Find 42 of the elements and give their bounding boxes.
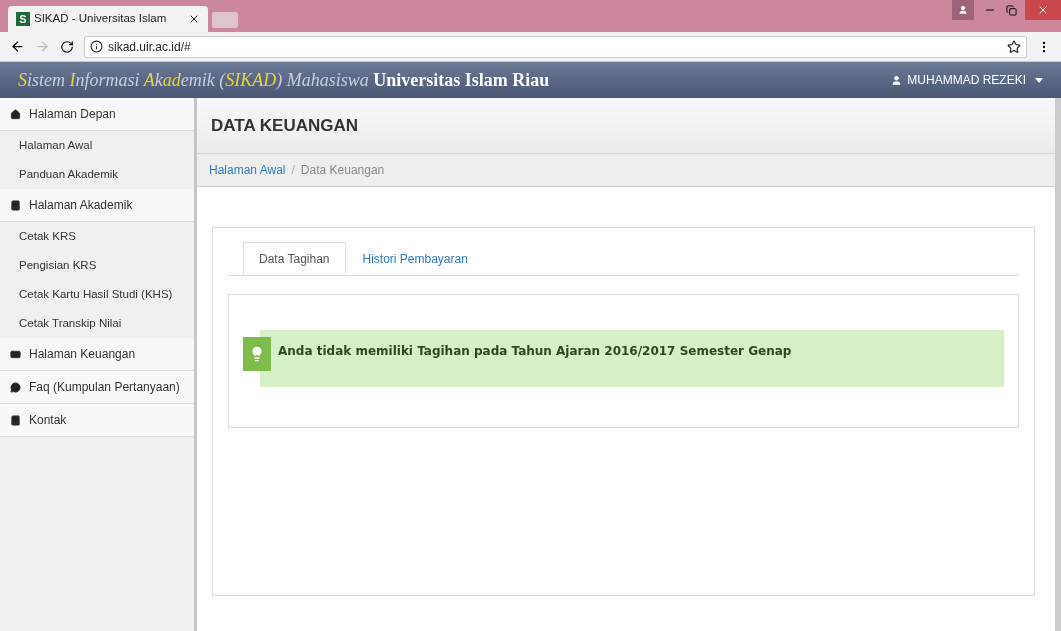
sidebar-section[interactable]: Halaman Akademik: [0, 189, 194, 222]
breadcrumb-current: Data Keuangan: [300, 162, 385, 179]
breadcrumb-link[interactable]: Halaman Awal: [209, 161, 286, 179]
sidebar-item[interactable]: Panduan Akademik: [0, 160, 194, 189]
sidebar-item[interactable]: Halaman Awal: [0, 131, 194, 160]
sidebar-section[interactable]: Kontak: [0, 404, 194, 437]
tab[interactable]: Data Tagihan: [243, 242, 346, 275]
caret-icon: [1035, 77, 1043, 83]
home-icon: [10, 108, 21, 120]
sidebar-section[interactable]: Faq (Kumpulan Pertanyaan): [0, 371, 194, 404]
sidebar-section[interactable]: Halaman Depan: [0, 98, 194, 131]
sidebar-item[interactable]: Cetak Kartu Hasil Studi (KHS): [0, 280, 194, 309]
person-icon: [891, 74, 903, 86]
info-icon: [90, 40, 103, 53]
close-icon[interactable]: [188, 13, 200, 25]
app-title: Sistem Informasi Akademik (SIKAD) Mahasiswa Universitas Islam Riau: [18, 68, 550, 92]
sidebar-item[interactable]: Cetak KRS: [0, 222, 194, 251]
alert-message: Anda tidak memiliki Tagihan pada Tahun Ajaran 2016/2017 Semester Genap: [260, 330, 1004, 387]
reload-icon[interactable]: [60, 39, 74, 54]
lightbulb-icon: [243, 337, 271, 371]
close-icon: [1037, 4, 1049, 16]
tab[interactable]: Histori Pembayaran: [347, 242, 483, 275]
url-text: sikad.uir.ac.id/#: [108, 38, 192, 56]
book-icon: [10, 414, 21, 426]
book-icon: [10, 199, 21, 211]
breadcrumb-separator: /: [291, 162, 295, 179]
sidebar-item[interactable]: Cetak Transkip Nilai: [0, 309, 194, 338]
sidebar-item[interactable]: Pengisian KRS: [0, 251, 194, 280]
person-icon: [958, 5, 968, 15]
back-icon[interactable]: [10, 39, 25, 54]
card-icon: [10, 348, 21, 360]
page-title: DATA KEUANGAN: [211, 114, 358, 137]
favicon: S: [16, 12, 30, 26]
user-menu[interactable]: MUHAMMAD REZEKI: [891, 71, 1043, 89]
profile-button[interactable]: [952, 0, 974, 20]
tab-title: SIKAD - Universitas Islam: [34, 11, 168, 27]
speech-bubble-icon: [10, 381, 21, 393]
address-bar[interactable]: sikad.uir.ac.id/#: [84, 35, 1027, 58]
restore-icon[interactable]: [1006, 4, 1017, 16]
star-icon[interactable]: [1007, 39, 1021, 54]
browser-tab[interactable]: S SIKAD - Universitas Islam: [8, 6, 208, 32]
sidebar-section[interactable]: Halaman Keuangan: [0, 338, 194, 371]
